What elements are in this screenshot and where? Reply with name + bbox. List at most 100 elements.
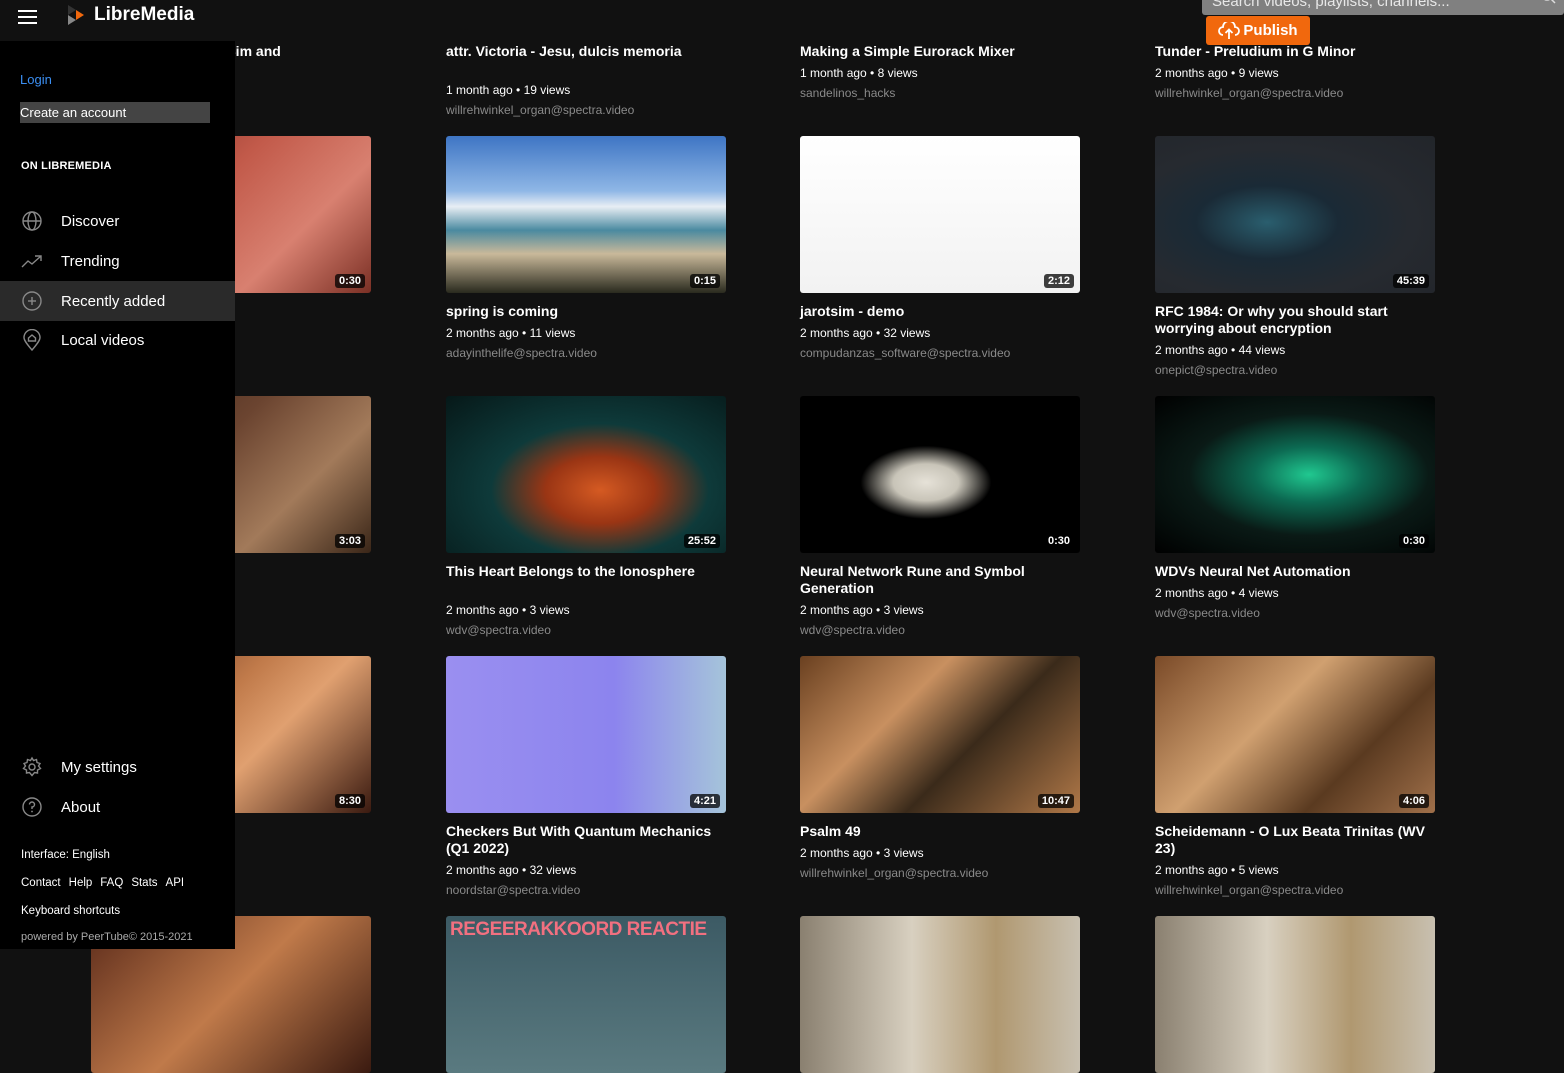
channel-link[interactable]: wdv@spectra.video <box>446 623 551 637</box>
search-input[interactable]: Search videos, playlists, channels... <box>1202 0 1564 15</box>
channel-link[interactable]: wdv@spectra.video <box>800 623 905 637</box>
video-thumbnail[interactable]: 25:52 <box>446 396 726 553</box>
duration-badge: 4:06 <box>1398 794 1429 808</box>
interface-language-link[interactable]: Interface: English <box>21 849 110 861</box>
channel-link[interactable]: willrehwinkel_organ@spectra.video <box>1155 86 1343 100</box>
menu-toggle-button[interactable] <box>18 10 37 24</box>
video-thumbnail[interactable]: 0:15 <box>446 136 726 293</box>
video-thumbnail[interactable]: 4:21 <box>446 656 726 813</box>
sidebar-item-local-videos[interactable]: Local videos <box>0 320 235 360</box>
help-icon <box>22 797 42 817</box>
sidebar-item-label: Discover <box>61 212 120 230</box>
video-thumbnail[interactable]: 4:06 <box>1155 656 1435 813</box>
video-title[interactable]: Psalm 49 <box>800 823 1080 840</box>
video-title[interactable]: This Heart Belongs to the Ionosphere <box>446 563 726 580</box>
publish-label: Publish <box>1243 22 1298 39</box>
video-meta: 2 months ago • 9 views <box>1155 66 1279 80</box>
footer-link-help[interactable]: Help <box>69 877 93 889</box>
channel-link[interactable]: sandelinos_hacks <box>800 86 895 100</box>
sidebar-item-label: Recently added <box>61 292 166 310</box>
logo[interactable]: LibreMedia <box>66 4 194 26</box>
video-title[interactable]: Tunder - Preludium in G Minor <box>1155 43 1435 60</box>
duration-badge: 3:03 <box>334 534 365 548</box>
sidebar-item-recently-added[interactable]: Recently added <box>0 281 235 321</box>
top-bar: LibreMedia Search videos, playlists, cha… <box>0 0 1564 41</box>
video-thumbnail[interactable]: 45:39 <box>1155 136 1435 293</box>
thumbnail-caption: REGEERAKKOORD REACTIE <box>450 919 707 940</box>
video-meta: 2 months ago • 3 views <box>446 603 570 617</box>
duration-badge: 2:12 <box>1043 274 1074 288</box>
footer-link-api[interactable]: API <box>166 877 185 889</box>
video-meta: 2 months ago • 4 views <box>1155 586 1279 600</box>
duration-badge: 8:30 <box>334 794 365 808</box>
video-title[interactable]: Scheidemann - O Lux Beata Trinitas (WV 2… <box>1155 823 1435 857</box>
video-title[interactable]: WDVs Neural Net Automation <box>1155 563 1435 580</box>
duration-badge: 25:52 <box>683 534 720 548</box>
video-thumbnail[interactable]: 0:30 <box>800 396 1080 553</box>
video-meta: 2 months ago • 5 views <box>1155 863 1279 877</box>
video-title[interactable]: spring is coming <box>446 303 726 320</box>
video-meta: 2 months ago • 3 views <box>800 603 924 617</box>
video-title[interactable]: jarotsim - demo <box>800 303 1080 320</box>
sidebar-item-discover[interactable]: Discover <box>0 201 235 241</box>
channel-link[interactable]: willrehwinkel_organ@spectra.video <box>1155 883 1343 897</box>
sidebar-item-label: Local videos <box>61 331 145 349</box>
video-meta: 2 months ago • 11 views <box>446 326 576 340</box>
app-name: LibreMedia <box>94 4 195 25</box>
plus-circle-icon <box>22 291 42 311</box>
duration-badge: 0:15 <box>689 274 720 288</box>
powered-by-text: powered by PeerTube© 2015-2021 <box>21 931 193 943</box>
hamburger-icon <box>18 10 37 12</box>
video-thumbnail[interactable]: 0:30 <box>1155 396 1435 553</box>
login-link[interactable]: Login <box>20 72 52 87</box>
search-icon[interactable] <box>1540 0 1556 6</box>
duration-badge: 0:30 <box>1398 534 1429 548</box>
duration-badge: 10:47 <box>1037 794 1074 808</box>
video-thumbnail[interactable]: REGEERAKKOORD REACTIE <box>446 916 726 1073</box>
create-account-button[interactable]: Create an account <box>20 102 210 123</box>
sidebar-item-label: About <box>61 798 101 816</box>
footer-link-faq[interactable]: FAQ <box>100 877 123 889</box>
video-meta: 1 month ago • 8 views <box>800 66 918 80</box>
channel-link[interactable]: wdv@spectra.video <box>1155 606 1260 620</box>
search-placeholder: Search videos, playlists, channels... <box>1212 0 1450 10</box>
hamburger-icon-line <box>18 16 37 18</box>
footer-links: Contact Help FAQ Stats API <box>21 877 184 889</box>
sidebar-item-about[interactable]: About <box>0 787 235 827</box>
duration-badge: 45:39 <box>1392 274 1429 288</box>
video-thumbnail[interactable]: 2:12 <box>800 136 1080 293</box>
upload-cloud-icon <box>1218 21 1241 39</box>
video-title[interactable]: RFC 1984: Or why you should start worryi… <box>1155 303 1435 337</box>
channel-link[interactable]: onepict@spectra.video <box>1155 363 1277 377</box>
video-meta: 2 months ago • 3 views <box>800 846 924 860</box>
video-title[interactable]: attr. Victoria - Jesu, dulcis memoria <box>446 43 726 60</box>
channel-link[interactable]: noordstar@spectra.video <box>446 883 580 897</box>
sidebar-item-label: Trending <box>61 252 120 270</box>
footer-link-contact[interactable]: Contact <box>21 877 61 889</box>
sidebar-item-my-settings[interactable]: My settings <box>0 747 235 787</box>
channel-link[interactable]: willrehwinkel_organ@spectra.video <box>800 866 988 880</box>
duration-badge: 0:30 <box>1043 534 1074 548</box>
video-thumbnail[interactable] <box>1155 916 1435 1073</box>
channel-link[interactable]: compudanzas_software@spectra.video <box>800 346 1010 360</box>
globe-icon <box>22 211 42 231</box>
video-meta: 2 months ago • 32 views <box>446 863 577 877</box>
section-title: ON LIBREMEDIA <box>21 160 112 172</box>
video-title[interactable]: Checkers But With Quantum Mechanics (Q1 … <box>446 823 726 857</box>
channel-link[interactable]: willrehwinkel_organ@spectra.video <box>446 103 634 117</box>
keyboard-shortcuts-link[interactable]: Keyboard shortcuts <box>21 905 120 917</box>
video-title[interactable]: Neural Network Rune and Symbol Generatio… <box>800 563 1080 597</box>
sidebar: Login Create an account ON LIBREMEDIA Di… <box>0 41 235 949</box>
home-pin-icon <box>23 329 41 351</box>
video-meta: 1 month ago • 19 views <box>446 83 571 97</box>
sidebar-item-label: My settings <box>61 758 137 776</box>
video-thumbnail[interactable] <box>800 916 1080 1073</box>
channel-link[interactable]: adayinthelife@spectra.video <box>446 346 597 360</box>
publish-button[interactable]: Publish <box>1206 16 1310 45</box>
video-title[interactable]: Making a Simple Eurorack Mixer <box>800 43 1080 60</box>
video-thumbnail[interactable]: 10:47 <box>800 656 1080 813</box>
footer-link-stats[interactable]: Stats <box>131 877 157 889</box>
sidebar-item-trending[interactable]: Trending <box>0 241 235 281</box>
peertube-logo-icon <box>68 5 84 25</box>
video-meta: 2 months ago • 44 views <box>1155 343 1286 357</box>
